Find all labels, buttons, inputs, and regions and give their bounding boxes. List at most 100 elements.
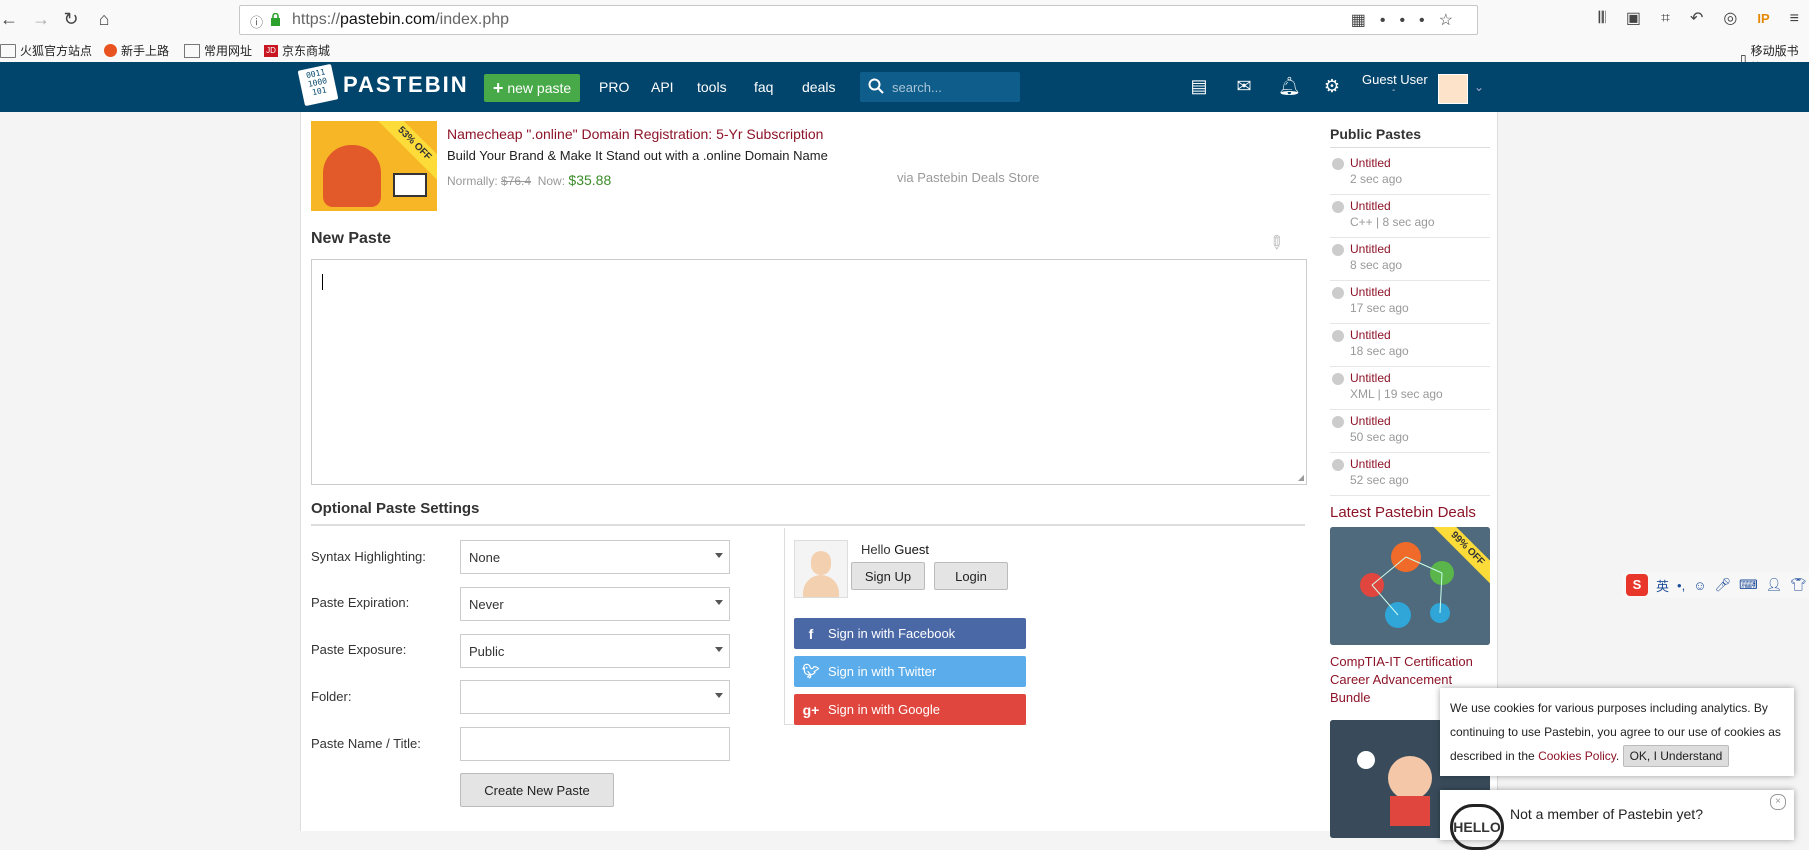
info-icon[interactable]: ⓘ	[250, 12, 263, 31]
addon-icon[interactable]: ◎	[1723, 8, 1737, 28]
new-paste-heading: New Paste	[311, 230, 392, 247]
reload-icon[interactable]: ↻	[60, 8, 82, 30]
cookie-notice: We use cookies for various purposes incl…	[1440, 688, 1794, 776]
undo-icon[interactable]: ↶	[1690, 8, 1703, 28]
new-paste-button[interactable]: + new paste	[484, 74, 580, 102]
paste-title-link[interactable]: Untitled	[1350, 156, 1391, 170]
home-icon[interactable]: ⌂	[93, 8, 115, 30]
bookmark-item[interactable]: 火狐官方站点	[0, 42, 92, 59]
gear-icon[interactable]: ⚙	[1321, 76, 1343, 98]
forward-icon[interactable]: →	[30, 8, 52, 30]
search-input[interactable]: search...	[860, 72, 1020, 102]
avatar[interactable]	[1438, 74, 1468, 104]
menu-pro[interactable]: PRO	[599, 79, 629, 95]
menu-deals[interactable]: deals	[802, 79, 835, 95]
bookmark-item[interactable]: 常用网址	[184, 42, 252, 59]
paste-title-link[interactable]: Untitled	[1350, 285, 1391, 299]
folder-select[interactable]	[460, 680, 730, 714]
user-icon[interactable]: 👤︎	[1766, 577, 1783, 593]
list-item[interactable]: Untitled 2 sec ago	[1330, 152, 1490, 195]
google-signin-button[interactable]: g+ Sign in with Google	[794, 694, 1026, 725]
ime-language-toggle[interactable]: 英	[1656, 576, 1669, 595]
deals-store-link[interactable]: Pastebin Deals Store	[917, 170, 1039, 185]
sidebar-icon[interactable]: ▣	[1626, 8, 1641, 28]
syntax-select[interactable]: None	[460, 540, 730, 574]
globe-icon	[1332, 373, 1344, 385]
jd-icon: JD	[264, 44, 278, 57]
skin-icon[interactable]: 👕︎	[1790, 577, 1807, 593]
pastebin-logo[interactable]: 0011 1000 101 PASTEBIN	[297, 63, 469, 107]
address-bar[interactable]: ⓘ https://pastebin.com/index.php ▦•••☆	[239, 5, 1478, 35]
folder-label: Folder:	[311, 689, 352, 704]
ip-icon[interactable]: IP	[1757, 11, 1769, 26]
deal-image[interactable]: 99% OFF	[1330, 527, 1490, 645]
login-button[interactable]: Login	[934, 562, 1008, 590]
resize-handle[interactable]: ◢	[1298, 473, 1304, 482]
list-item[interactable]: Untitled 18 sec ago	[1330, 324, 1490, 367]
folder-icon	[184, 43, 200, 58]
exposure-select[interactable]: Public	[460, 634, 730, 668]
paste-title-link[interactable]: Untitled	[1350, 242, 1391, 256]
sogou-icon[interactable]: S	[1626, 574, 1648, 596]
list-item[interactable]: Untitled 50 sec ago	[1330, 410, 1490, 453]
more-actions-icon[interactable]: •••	[1380, 12, 1439, 29]
paste-title-link[interactable]: Untitled	[1350, 328, 1391, 342]
dropdown-arrow-icon	[715, 553, 723, 558]
keyboard-icon[interactable]: ⌨	[1739, 577, 1758, 593]
chevron-down-icon[interactable]: ⌄	[1474, 80, 1484, 94]
menu-api[interactable]: API	[651, 79, 674, 95]
bookmark-star-icon[interactable]: ☆	[1439, 12, 1467, 29]
ad-image[interactable]: 53% OFF	[311, 121, 437, 211]
expiration-select[interactable]: Never	[460, 587, 730, 621]
menu-tools[interactable]: tools	[697, 79, 727, 95]
list-item[interactable]: Untitled 17 sec ago	[1330, 281, 1490, 324]
cookies-policy-link[interactable]: Cookies Policy	[1538, 749, 1616, 763]
divider	[311, 524, 1305, 526]
paste-title-link[interactable]: Untitled	[1350, 371, 1391, 385]
back-icon[interactable]: ←	[0, 8, 20, 30]
qr-code-icon[interactable]: ▦	[1351, 12, 1380, 29]
paste-title-link[interactable]: Untitled	[1350, 199, 1391, 213]
list-item[interactable]: Untitled XML | 19 sec ago	[1330, 367, 1490, 410]
bell-icon[interactable]: 🔔︎	[1278, 76, 1301, 98]
dropdown-arrow-icon	[715, 693, 723, 698]
site-header: 0011 1000 101 PASTEBIN + new paste PRO API …	[0, 62, 1809, 112]
library-icon[interactable]: 𝄃𝄃	[1599, 10, 1606, 28]
create-paste-button[interactable]: Create New Paste	[460, 773, 614, 807]
menu-faq[interactable]: faq	[754, 79, 773, 95]
paste-meta: 18 sec ago	[1350, 344, 1409, 358]
guest-user-menu[interactable]: Guest User -	[1362, 72, 1428, 96]
paste-name-input[interactable]	[460, 727, 730, 761]
guest-avatar	[794, 540, 848, 598]
list-item[interactable]: Untitled C++ | 8 sec ago	[1330, 195, 1490, 238]
login-panel: Hello Guest Sign Up or Login fSign in wi…	[784, 528, 1027, 725]
bookmark-item[interactable]: JD 京东商城	[264, 42, 330, 59]
microphone-icon[interactable]: 🎤︎	[1714, 577, 1731, 593]
paste-textarea[interactable]: ◢	[311, 259, 1307, 485]
list-item[interactable]: Untitled 8 sec ago	[1330, 238, 1490, 281]
paste-title-link[interactable]: Untitled	[1350, 414, 1391, 428]
settings-heading: Optional Paste Settings	[311, 500, 480, 517]
list-item[interactable]: Untitled 52 sec ago	[1330, 453, 1490, 496]
list-icon[interactable]: ▤	[1188, 76, 1210, 98]
signup-button[interactable]: Sign Up	[851, 562, 925, 590]
mail-icon[interactable]: ✉	[1233, 76, 1255, 98]
cookie-accept-button[interactable]: OK, I Understand	[1622, 745, 1730, 767]
ad-title-link[interactable]: Namecheap ".online" Domain Registration:…	[447, 126, 823, 142]
twitter-signin-button[interactable]: 🐦︎ Sign in with Twitter	[794, 656, 1026, 687]
screenshot-icon[interactable]: ⌗	[1661, 10, 1670, 28]
close-icon[interactable]: ×	[1770, 794, 1786, 810]
bookmarks-bar: 火狐官方站点 新手上路 常用网址 JD京东商城 ▯移动版书签	[0, 38, 1809, 75]
pencil-icon[interactable]: ✎	[1264, 230, 1290, 255]
paste-meta: 8 sec ago	[1350, 258, 1403, 272]
globe-icon	[1332, 244, 1344, 256]
menu-icon[interactable]: ≡	[1790, 10, 1799, 28]
paste-title-link[interactable]: Untitled	[1350, 457, 1391, 471]
facebook-icon: f	[808, 625, 814, 642]
bookmark-item[interactable]: 新手上路	[104, 42, 169, 59]
syntax-label: Syntax Highlighting:	[311, 549, 426, 564]
emoji-icon[interactable]: ☺	[1693, 578, 1706, 593]
dropdown-arrow-icon	[715, 600, 723, 605]
facebook-signin-button[interactable]: f Sign in with Facebook	[794, 618, 1026, 649]
punctuation-icon[interactable]: •,	[1677, 578, 1685, 593]
